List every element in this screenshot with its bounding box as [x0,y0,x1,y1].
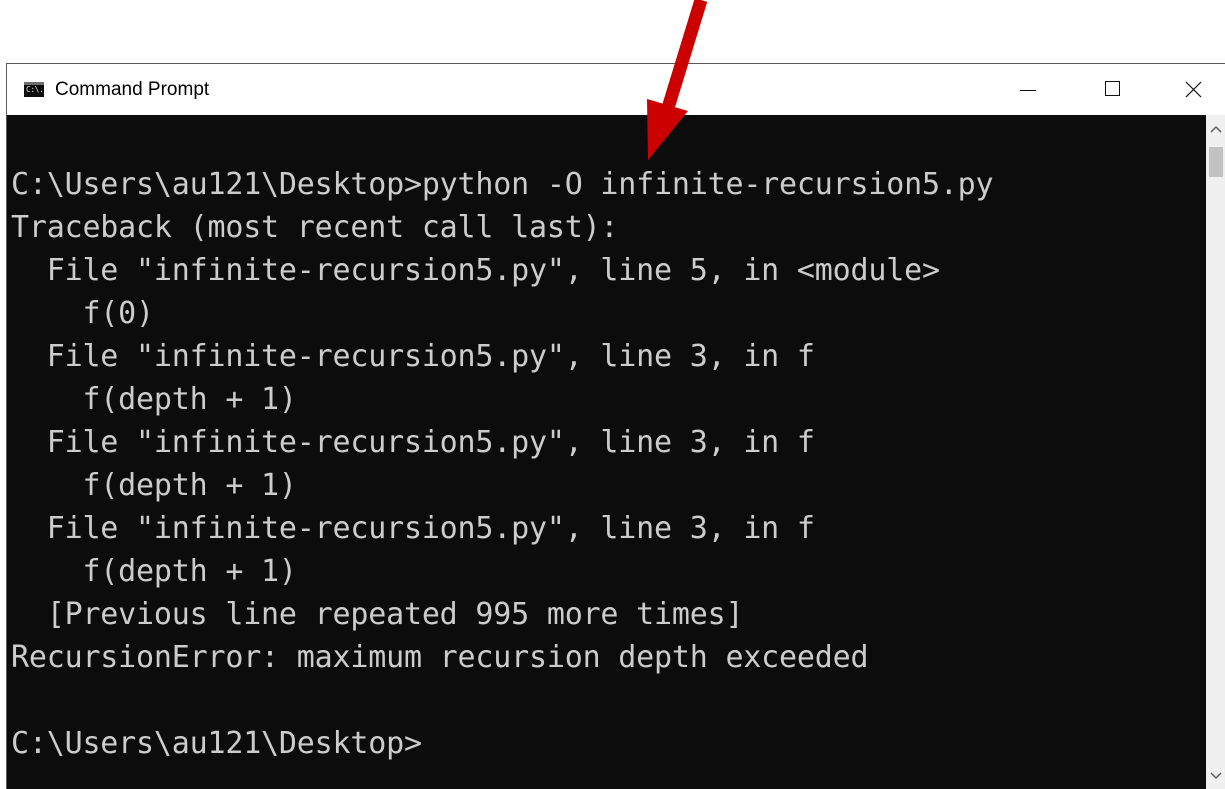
maximize-button[interactable] [1082,64,1154,115]
console-prompt-line: C:\Users\au121\Desktop> [11,726,422,761]
scroll-up-arrow-icon[interactable] [1209,123,1223,135]
close-button[interactable] [1167,64,1225,115]
cmd-icon: C:\. [24,82,44,97]
cmd-icon-text: C:\. [26,85,44,94]
maximize-icon [1105,81,1120,96]
title-bar[interactable]: C:\. Command Prompt [7,64,1225,115]
console-line: [Previous line repeated 995 more times] [11,597,744,632]
console-line: f(depth + 1) [11,382,297,417]
window-title: Command Prompt [55,79,210,100]
scroll-down-arrow-icon[interactable] [1209,770,1223,782]
console-line: Traceback (most recent call last): [11,210,619,245]
console-line: f(0) [11,296,154,331]
scrollbar-thumb[interactable] [1209,147,1223,177]
vertical-scrollbar[interactable] [1206,115,1225,789]
console-line: File "infinite-recursion5.py", line 3, i… [11,339,815,374]
console-line: File "infinite-recursion5.py", line 3, i… [11,425,815,460]
console-line: f(depth + 1) [11,468,297,503]
console-line: C:\Users\au121\Desktop>python -O infinit… [11,167,994,202]
minimize-icon [1020,90,1036,91]
minimize-button[interactable] [992,64,1064,115]
close-icon [1185,81,1202,98]
console-line: File "infinite-recursion5.py", line 3, i… [11,511,815,546]
command-prompt-window: C:\. Command Prompt C:\Users\au121\Deskt… [6,63,1225,789]
console-line: f(depth + 1) [11,554,297,589]
screenshot: C:\. Command Prompt C:\Users\au121\Deskt… [0,0,1225,789]
console-output[interactable]: C:\Users\au121\Desktop>python -O infinit… [7,115,1206,789]
console-line: File "infinite-recursion5.py", line 5, i… [11,253,940,288]
console-line: RecursionError: maximum recursion depth … [11,640,869,675]
